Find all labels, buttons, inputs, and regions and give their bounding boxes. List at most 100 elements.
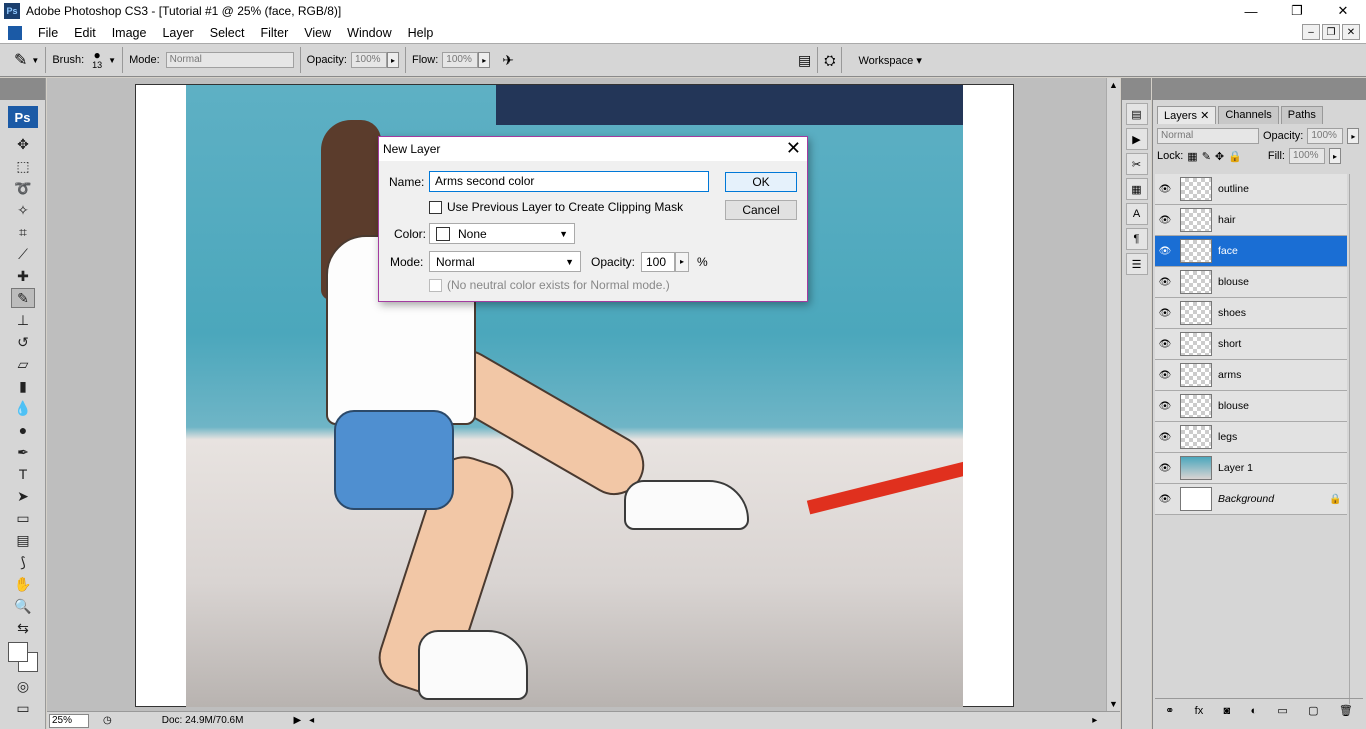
lock-transparent-icon[interactable]: ▦ — [1187, 150, 1197, 163]
scroll-left-icon[interactable]: ◂ — [309, 715, 314, 726]
foreground-color-swatch[interactable] — [8, 642, 28, 662]
shape-tool-icon[interactable]: ▭ — [11, 508, 35, 528]
menu-edit[interactable]: Edit — [66, 26, 104, 40]
dock-grip[interactable] — [1122, 78, 1151, 100]
history-brush-tool-icon[interactable]: ↺ — [11, 332, 35, 352]
color-select[interactable]: None ▼ — [429, 223, 575, 244]
flow-slider-button[interactable]: ▸ — [478, 52, 491, 68]
ok-button[interactable]: OK — [725, 172, 797, 192]
layer-opacity-slider-button[interactable]: ▸ — [1347, 128, 1360, 144]
opacity-slider-button[interactable]: ▸ — [387, 52, 399, 68]
tool-preset-dropdown-icon[interactable]: ▼ — [31, 56, 39, 65]
scroll-up-icon[interactable]: ▲ — [1109, 80, 1118, 90]
workspace-menu[interactable]: Workspace ▾ — [858, 54, 921, 67]
brush-tool-icon[interactable]: ✎ — [11, 288, 35, 308]
eye-icon[interactable]: 👁 — [1155, 277, 1175, 288]
layers-panel-grip[interactable] — [1153, 78, 1366, 100]
lasso-tool-icon[interactable]: ➰ — [11, 178, 35, 198]
tool-presets-icon[interactable]: ✂ — [1125, 153, 1148, 175]
character-panel-icon[interactable]: A — [1125, 203, 1148, 225]
eye-icon[interactable]: 👁 — [1155, 370, 1175, 381]
clone-stamp-tool-icon[interactable]: ⊥ — [11, 310, 35, 330]
menu-file[interactable]: File — [30, 26, 66, 40]
dialog-close-icon[interactable]: ✕ — [786, 138, 801, 159]
eye-icon[interactable]: 👁 — [1155, 339, 1175, 350]
zoom-level-field[interactable]: 25% — [49, 713, 89, 728]
screen-mode-icon[interactable]: ▭ — [11, 698, 35, 718]
close-button[interactable]: ✕ — [1320, 0, 1366, 22]
gradient-tool-icon[interactable]: ▮ — [11, 376, 35, 396]
scroll-down-icon[interactable]: ▼ — [1109, 699, 1118, 709]
adjustment-layer-icon[interactable]: ◐ — [1250, 705, 1257, 717]
tab-layers[interactable]: Layers ✕ — [1157, 106, 1217, 124]
fill-input[interactable]: 100% — [1288, 148, 1325, 164]
menu-view[interactable]: View — [296, 26, 339, 40]
menu-image[interactable]: Image — [104, 26, 155, 40]
crop-tool-icon[interactable]: ⌗ — [11, 222, 35, 242]
zoom-tool-icon[interactable]: 🔍 — [11, 596, 35, 616]
eye-icon[interactable]: 👁 — [1155, 494, 1175, 505]
flow-input[interactable]: 100% — [442, 52, 479, 68]
status-menu-arrow-icon[interactable]: ▶ — [293, 715, 301, 726]
opacity-input[interactable]: 100 — [641, 251, 675, 272]
tab-channels[interactable]: Channels — [1218, 106, 1279, 124]
new-group-icon[interactable]: ▭ — [1277, 704, 1287, 717]
bridge-icon[interactable]: ⛭ — [824, 52, 835, 69]
layer-row-arms[interactable]: 👁 arms — [1155, 360, 1347, 391]
mode-select[interactable]: Normal — [165, 52, 294, 68]
marquee-tool-icon[interactable]: ⬚ — [11, 156, 35, 176]
brush-tool-preset-icon[interactable]: ✎ — [14, 50, 27, 70]
menu-select[interactable]: Select — [202, 26, 253, 40]
slice-tool-icon[interactable]: ⟋ — [11, 244, 35, 264]
airbrush-icon[interactable]: ✈ — [502, 52, 514, 69]
layer-opacity-input[interactable]: 100% — [1307, 128, 1344, 144]
history-panel-icon[interactable]: ▤ — [1125, 103, 1148, 125]
cancel-button[interactable]: Cancel — [725, 200, 797, 220]
quick-mask-icon[interactable]: ◎ — [11, 676, 35, 696]
doc-minimize-button[interactable]: – — [1302, 24, 1320, 40]
clipping-mask-checkbox[interactable] — [429, 200, 442, 214]
document-icon[interactable] — [8, 25, 22, 40]
toolbox-grip[interactable] — [0, 78, 45, 100]
move-tool-icon[interactable]: ✥ — [11, 134, 35, 154]
blur-tool-icon[interactable]: 💧 — [11, 398, 35, 418]
tab-paths[interactable]: Paths — [1280, 106, 1323, 124]
photoshop-logo[interactable]: Ps — [7, 106, 38, 128]
lock-position-icon[interactable]: ✥ — [1215, 150, 1224, 163]
layer-row-hair[interactable]: 👁 hair — [1155, 205, 1347, 236]
info-panel-icon[interactable]: ☰ — [1125, 253, 1148, 275]
layer-row-outline[interactable]: 👁 outline — [1155, 174, 1347, 205]
dodge-tool-icon[interactable]: ● — [11, 420, 35, 440]
layer-row-layer-1[interactable]: 👁 Layer 1 — [1155, 453, 1347, 484]
healing-brush-tool-icon[interactable]: ✚ — [11, 266, 35, 286]
layer-row-legs[interactable]: 👁 legs — [1155, 422, 1347, 453]
scroll-right-icon[interactable]: ▸ — [1092, 715, 1097, 726]
actions-panel-icon[interactable]: ▶ — [1125, 128, 1148, 150]
link-layers-icon[interactable]: ⚭ — [1165, 704, 1174, 717]
lock-all-icon[interactable]: 🔒 — [1228, 150, 1242, 163]
status-info-icon[interactable]: ◷ — [103, 715, 112, 726]
layer-row-blouse[interactable]: 👁 blouse — [1155, 267, 1347, 298]
eye-icon[interactable]: 👁 — [1155, 246, 1175, 257]
doc-restore-button[interactable]: ❐ — [1322, 24, 1340, 40]
pen-tool-icon[interactable]: ✒ — [11, 442, 35, 462]
swap-colors-icon[interactable]: ⇆ — [11, 618, 35, 638]
type-tool-icon[interactable]: T — [11, 464, 35, 484]
blend-mode-select[interactable]: Normal — [1157, 128, 1259, 144]
eye-icon[interactable]: 👁 — [1155, 432, 1175, 443]
menu-layer[interactable]: Layer — [154, 26, 201, 40]
paragraph-panel-icon[interactable]: ¶ — [1125, 228, 1148, 250]
eye-icon[interactable]: 👁 — [1155, 215, 1175, 226]
layer-mask-icon[interactable]: ◙ — [1224, 705, 1231, 717]
notes-tool-icon[interactable]: ▤ — [11, 530, 35, 550]
layer-row-face[interactable]: 👁 face — [1155, 236, 1347, 267]
tab-close-icon[interactable]: ✕ — [1200, 110, 1209, 122]
palette-well-icon[interactable]: ▤ — [798, 52, 811, 69]
mode-select[interactable]: Normal ▼ — [429, 251, 581, 272]
layer-row-shoes[interactable]: 👁 shoes — [1155, 298, 1347, 329]
eraser-tool-icon[interactable]: ▱ — [11, 354, 35, 374]
doc-close-button[interactable]: ✕ — [1342, 24, 1360, 40]
eye-icon[interactable]: 👁 — [1155, 401, 1175, 412]
layer-row-background[interactable]: 👁 Background 🔒 — [1155, 484, 1347, 515]
layers-scrollbar[interactable] — [1349, 174, 1365, 704]
